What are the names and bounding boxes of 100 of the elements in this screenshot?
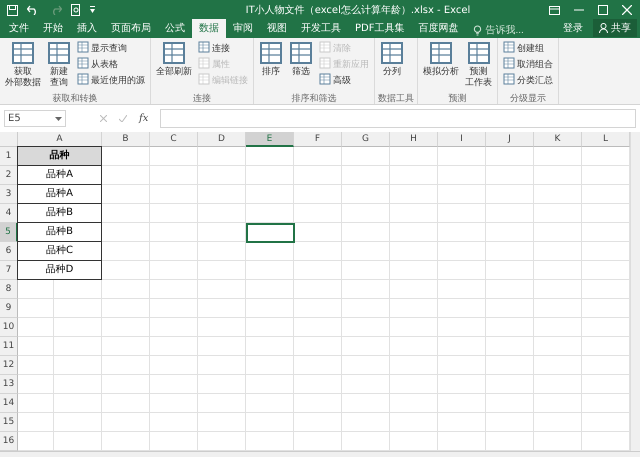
row-header[interactable]: 6 — [0, 242, 18, 261]
row-header[interactable]: 15 — [0, 413, 18, 432]
sign-in-link[interactable]: 登录 — [557, 21, 589, 38]
group-label: 连接 — [192, 92, 212, 104]
ribbon-tab[interactable]: 数据 — [192, 19, 226, 38]
ribbon-button[interactable]: 从表格 — [75, 56, 147, 72]
window-title: IT小人物文件（excel怎么计算年龄）.xlsx - Excel — [244, 4, 472, 17]
ribbon-tab[interactable]: 开始 — [36, 19, 70, 38]
ribbon-button[interactable]: 排序 — [257, 40, 285, 92]
caret-icon — [55, 116, 62, 120]
column-header[interactable]: B — [102, 132, 150, 147]
column-header[interactable]: D — [198, 132, 246, 147]
table-cell: 品种B — [17, 223, 102, 242]
row-header[interactable]: 10 — [0, 318, 18, 337]
formula-input[interactable] — [160, 109, 636, 128]
sheet-icon — [319, 73, 331, 85]
sheet-icon — [503, 73, 515, 85]
ribbon-button[interactable]: 连接 — [196, 40, 250, 56]
ribbon-button[interactable]: 分列 — [378, 40, 406, 92]
share-button[interactable]: 共享 — [593, 19, 637, 37]
column-header[interactable]: F — [294, 132, 342, 147]
row-header[interactable]: 13 — [0, 375, 18, 394]
table-cell: 品种A — [17, 185, 102, 204]
maximize-icon[interactable] — [598, 5, 608, 15]
table-cell: 品种D — [17, 261, 102, 280]
row-header[interactable]: 7 — [0, 261, 18, 280]
ribbon-button[interactable]: 筛选 — [287, 40, 315, 92]
check-icon[interactable] — [119, 115, 127, 122]
insert-function-button[interactable]: fx — [139, 113, 148, 124]
ribbon-button[interactable]: 取消组合 — [501, 56, 555, 72]
sheet-icon — [77, 73, 89, 85]
table-cell: 品种A — [17, 166, 102, 185]
row-header[interactable]: 11 — [0, 337, 18, 356]
column-header[interactable]: J — [486, 132, 534, 147]
ribbon-button[interactable]: 高级 — [317, 72, 371, 88]
column-header[interactable]: A — [18, 132, 102, 147]
ribbon-tab[interactable]: 开发工具 — [294, 19, 348, 38]
ribbon-button[interactable]: 预测 工作表 — [463, 40, 494, 92]
ribbon-tab[interactable]: 视图 — [260, 19, 294, 38]
row-header[interactable]: 12 — [0, 356, 18, 375]
ribbon-button[interactable]: 分类汇总 — [501, 72, 555, 88]
row-header[interactable]: 14 — [0, 394, 18, 413]
column-header[interactable]: I — [438, 132, 486, 147]
column-header[interactable]: H — [390, 132, 438, 147]
column-header[interactable]: C — [150, 132, 198, 147]
sheet-icon — [466, 41, 490, 65]
group-label: 排序和筛选 — [290, 92, 338, 104]
ribbon-tab[interactable]: PDF工具集 — [348, 19, 412, 38]
person-icon — [599, 23, 608, 33]
group-label: 数据工具 — [378, 92, 414, 104]
row-header[interactable]: 8 — [0, 280, 18, 299]
row-header[interactable]: 1 — [0, 147, 18, 166]
ribbon-button[interactable]: 创建组 — [501, 40, 555, 56]
ribbon-button[interactable]: 显示查询 — [75, 40, 147, 56]
sheet-icon — [198, 41, 210, 53]
column-header[interactable]: K — [534, 132, 582, 147]
sheet-icon — [503, 41, 515, 53]
ribbon-button[interactable]: 模拟分析 — [421, 40, 461, 92]
sheet-icon — [162, 41, 186, 65]
vertical-scrollbar[interactable] — [630, 132, 640, 451]
ribbon-button[interactable]: 全部刷新 — [154, 40, 194, 92]
ribbon-button[interactable]: 获取 外部数据 — [3, 40, 43, 92]
selected-cell[interactable] — [247, 224, 294, 242]
row-header[interactable]: 16 — [0, 432, 18, 451]
customize-caret-icon[interactable] — [90, 6, 95, 14]
column-header[interactable]: G — [342, 132, 390, 147]
save-icon[interactable] — [7, 4, 18, 16]
sheet-icon — [198, 73, 210, 85]
group-label: 获取和转换 — [52, 92, 98, 104]
ribbon-tab[interactable]: 文件 — [2, 19, 36, 38]
sheet-icon — [319, 41, 331, 53]
minimize-icon[interactable] — [574, 9, 584, 11]
ribbon-tab[interactable]: 审阅 — [226, 19, 260, 38]
ribbon-button[interactable]: 最近使用的源 — [75, 72, 147, 88]
row-header[interactable]: 9 — [0, 299, 18, 318]
ribbon-tab[interactable]: 页面布局 — [104, 19, 158, 38]
table-cell: 品种C — [17, 242, 102, 261]
sheet-icon — [77, 57, 89, 69]
group-label: 预测 — [448, 92, 468, 104]
ribbon-tab[interactable]: 插入 — [70, 19, 104, 38]
sheet-icon — [289, 41, 313, 65]
sheet-icon — [259, 41, 283, 65]
column-header[interactable]: L — [582, 132, 630, 147]
table-cell: 品种B — [17, 204, 102, 223]
row-header[interactable]: 3 — [0, 185, 18, 204]
sheet-icon — [429, 41, 453, 65]
row-header[interactable]: 4 — [0, 204, 18, 223]
ribbon-display-icon[interactable] — [549, 6, 560, 14]
column-header[interactable]: E — [246, 132, 294, 147]
row-header[interactable]: 2 — [0, 166, 18, 185]
sheet-icon — [47, 41, 71, 65]
row-header[interactable]: 5 — [0, 223, 18, 242]
print-preview-icon[interactable] — [71, 4, 81, 16]
tell-me-field[interactable]: 告诉我... — [485, 24, 546, 36]
close-icon[interactable] — [622, 5, 632, 15]
sheet-icon — [77, 41, 89, 53]
ribbon-tab[interactable]: 公式 — [158, 19, 192, 38]
name-box[interactable]: E5 — [4, 110, 66, 127]
ribbon-button[interactable]: 新建 查询 — [45, 40, 73, 92]
ribbon-tab[interactable]: 百度网盘 — [411, 19, 466, 38]
